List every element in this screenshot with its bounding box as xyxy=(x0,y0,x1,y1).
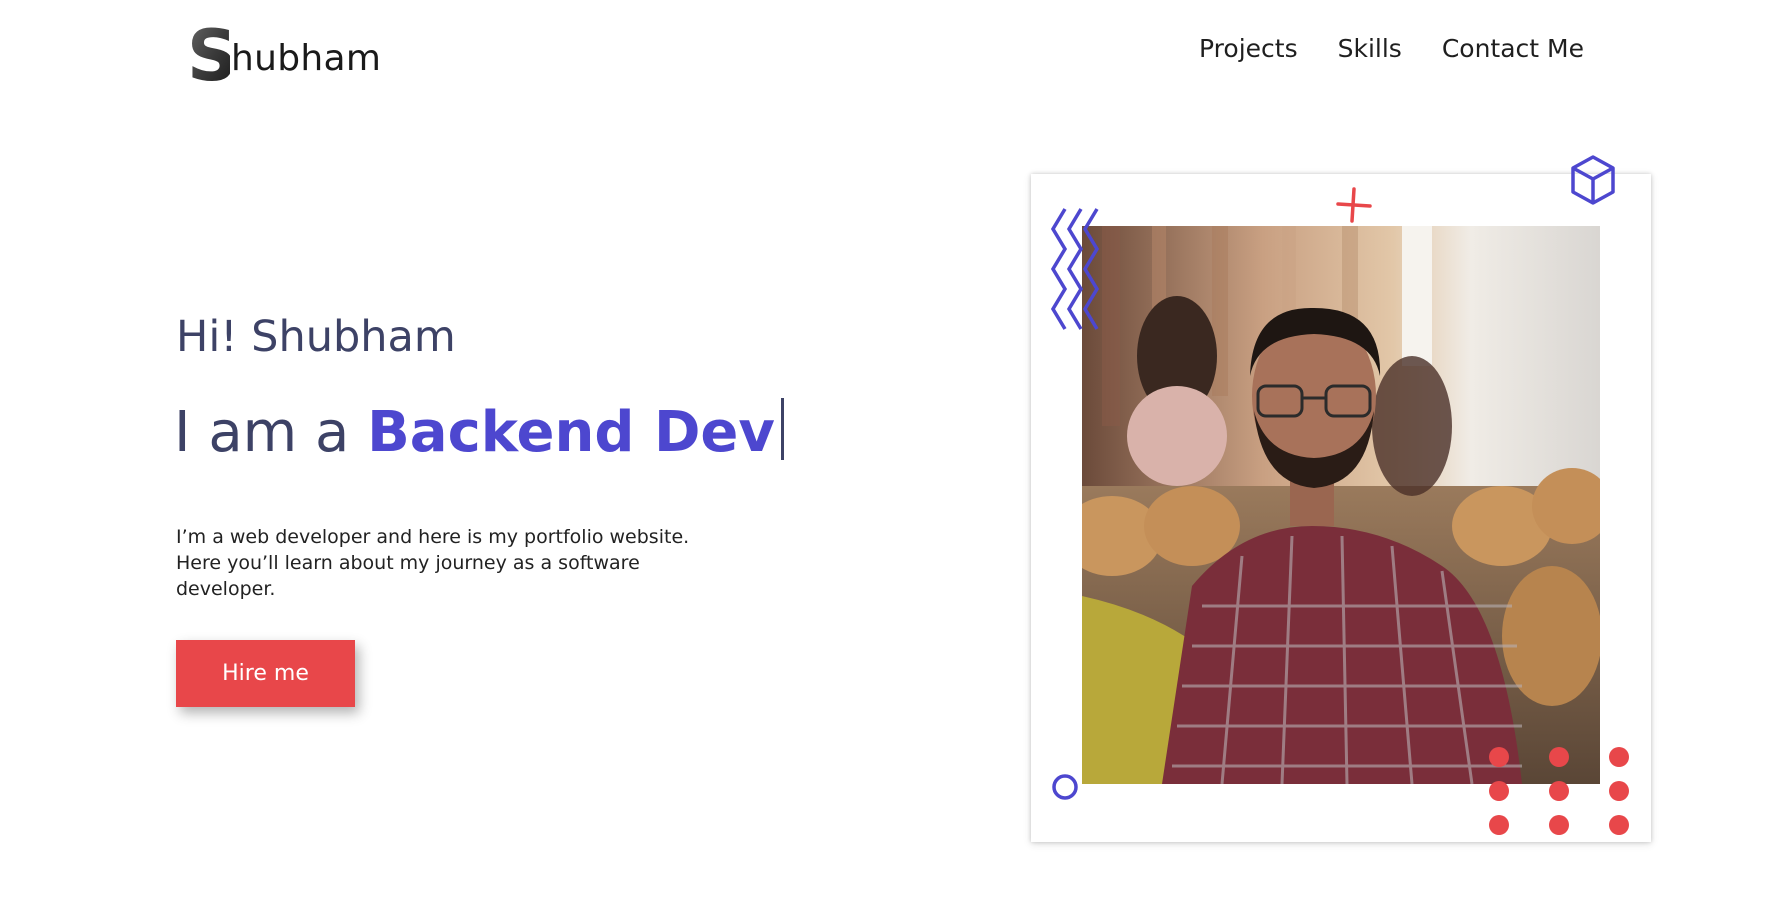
main-nav: Projects Skills Contact Me xyxy=(1199,34,1584,63)
nav-skills-link[interactable]: Skills xyxy=(1338,34,1402,63)
typing-caret xyxy=(780,398,784,460)
hero-greeting: Hi! Shubham xyxy=(176,312,456,362)
headline-role: Backend Dev xyxy=(367,400,775,465)
nav-contact-link[interactable]: Contact Me xyxy=(1442,34,1584,63)
plus-icon xyxy=(1336,187,1372,223)
dot-grid-icon xyxy=(1489,747,1629,835)
page: S hubham Projects Skills Contact Me Hi! … xyxy=(0,0,1777,904)
logo-s-icon: S xyxy=(187,22,230,88)
zigzag-icon xyxy=(1051,208,1100,330)
cube-icon xyxy=(1571,155,1615,205)
logo-text: hubham xyxy=(231,37,382,79)
ring-icon xyxy=(1052,774,1078,800)
logo[interactable]: S hubham xyxy=(186,20,381,90)
hero-headline: I am a Backend Dev xyxy=(174,398,784,465)
profile-photo xyxy=(1082,226,1600,784)
headline-prefix: I am a xyxy=(174,400,368,465)
hire-me-button[interactable]: Hire me xyxy=(176,640,355,707)
nav-projects-link[interactable]: Projects xyxy=(1199,34,1298,63)
svg-text:S: S xyxy=(187,22,230,88)
hero-intro: I’m a web developer and here is my portf… xyxy=(176,526,690,600)
